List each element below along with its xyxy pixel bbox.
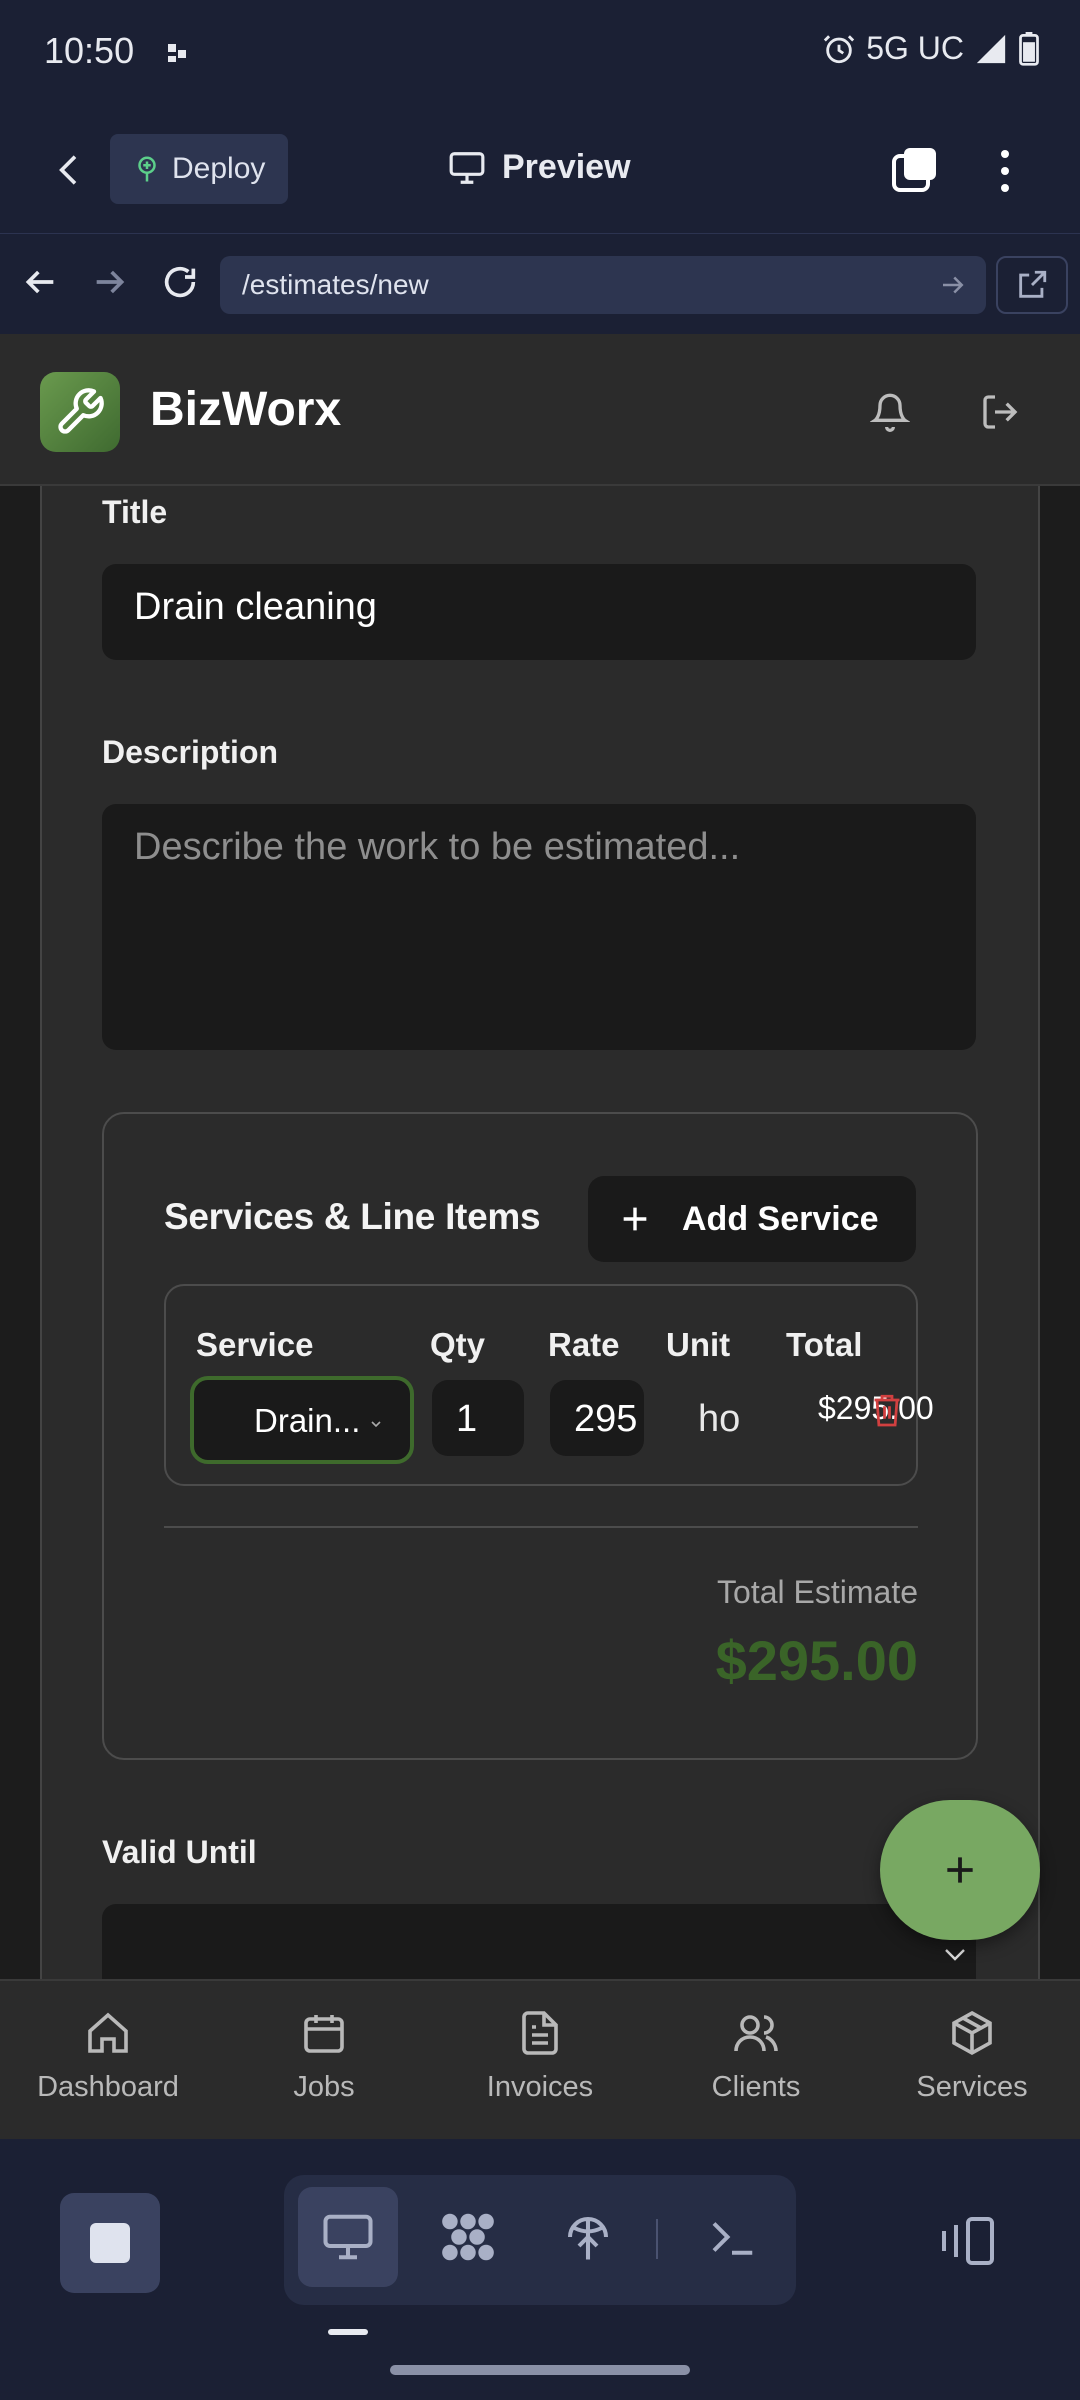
open-external-button[interactable] xyxy=(996,256,1068,314)
add-service-button[interactable]: Add Service xyxy=(588,1176,916,1262)
service-select[interactable]: Drain... xyxy=(190,1376,414,1464)
valid-until-input[interactable] xyxy=(102,1904,976,1979)
unit-input[interactable]: hour xyxy=(698,1398,740,1441)
battery-icon xyxy=(1019,31,1039,66)
status-bar: 10:50 5G UC xyxy=(0,0,1080,104)
title-label: Title xyxy=(102,494,168,530)
preview-tool-button[interactable] xyxy=(298,2187,398,2287)
nav-dashboard[interactable]: Dashboard xyxy=(8,2009,208,2104)
app-brand: BizWorx xyxy=(150,383,342,436)
signal-icon xyxy=(976,34,1006,63)
users-icon xyxy=(734,2015,778,2052)
package-icon xyxy=(952,2010,992,2056)
line-items-table: Service Qty Rate Unit Total Drain... 1 2… xyxy=(164,1284,934,1486)
nav-services[interactable]: Services xyxy=(872,2009,1072,2104)
services-title: Services & Line Items xyxy=(164,1196,541,1237)
home-icon xyxy=(88,2012,128,2053)
total-estimate-label: Total Estimate xyxy=(717,1574,918,1610)
terminal-icon xyxy=(712,2222,753,2255)
file-text-icon xyxy=(522,2011,558,2055)
go-arrow-icon[interactable] xyxy=(938,270,968,300)
total-estimate-value: $295.00 xyxy=(715,1629,918,1692)
plus-icon xyxy=(623,1207,647,1231)
wrench-icon xyxy=(58,388,104,434)
back-arrow-icon[interactable] xyxy=(50,148,90,192)
url-bar[interactable]: /estimates/new xyxy=(220,256,986,314)
status-time: 10:50 xyxy=(44,30,135,71)
stop-icon xyxy=(90,2223,130,2263)
col-rate: Rate xyxy=(548,1326,620,1363)
chevron-down-icon xyxy=(371,1421,381,1428)
col-service: Service xyxy=(196,1326,314,1363)
qty-input[interactable]: 1 xyxy=(432,1380,524,1456)
globe-upload-icon xyxy=(567,2216,609,2260)
reload-icon[interactable] xyxy=(160,262,200,302)
stop-button[interactable] xyxy=(60,2193,160,2293)
replit-header: Deploy Preview xyxy=(0,104,1080,234)
calendar-icon xyxy=(304,2015,344,2053)
description-textarea[interactable]: Describe the work to be estimated... xyxy=(102,804,976,1050)
nav-clients[interactable]: Clients xyxy=(656,2009,856,2104)
tool-group xyxy=(284,2175,796,2305)
valid-until-label: Valid Until xyxy=(102,1834,257,1870)
external-link-icon xyxy=(1019,270,1047,298)
notification-icon xyxy=(168,44,186,62)
rate-input[interactable]: 295 xyxy=(550,1380,644,1456)
panels-icon[interactable] xyxy=(940,2215,1000,2267)
agent-tool-button[interactable] xyxy=(418,2187,518,2287)
deploy-tool-button[interactable] xyxy=(538,2187,638,2287)
col-qty: Qty xyxy=(430,1326,486,1363)
alarm-icon xyxy=(824,34,855,63)
plus-icon xyxy=(947,1857,973,1883)
replit-toolbar xyxy=(0,2139,1080,2400)
nav-invoices[interactable]: Invoices xyxy=(440,2009,640,2104)
col-total: Total xyxy=(786,1326,863,1363)
preview-tab[interactable]: Preview xyxy=(448,148,631,187)
more-menu-icon[interactable] xyxy=(990,146,1020,196)
monitor-icon xyxy=(323,2214,373,2260)
app-logo xyxy=(40,372,120,452)
chevron-down-icon xyxy=(945,1949,965,1961)
browser-forward-icon[interactable] xyxy=(90,262,130,302)
trash-icon[interactable] xyxy=(872,1392,902,1428)
app-header: BizWorx xyxy=(0,334,1080,486)
url-text: /estimates/new xyxy=(242,269,429,300)
browser-bar: /estimates/new xyxy=(0,234,1080,334)
add-fab-button[interactable] xyxy=(880,1800,1040,1940)
col-unit: Unit xyxy=(666,1326,731,1363)
network-type: 5G UC xyxy=(866,30,964,66)
deploy-icon xyxy=(138,156,156,182)
services-section: Services & Line Items Add Service Servic… xyxy=(102,1112,978,1760)
bottom-nav: Dashboard Jobs Invoices Clients Services xyxy=(0,1979,1080,2139)
shell-tool-button[interactable] xyxy=(682,2187,782,2287)
logout-icon[interactable] xyxy=(980,390,1020,434)
description-label: Description xyxy=(102,734,279,770)
agent-icon xyxy=(442,2213,494,2261)
nav-jobs[interactable]: Jobs xyxy=(224,2009,424,2104)
tabs-icon[interactable] xyxy=(890,146,940,196)
title-input[interactable]: Drain cleaning xyxy=(102,564,976,660)
home-indicator[interactable] xyxy=(390,2365,690,2375)
bell-icon[interactable] xyxy=(870,390,910,434)
total-divider xyxy=(164,1526,918,1528)
monitor-icon xyxy=(449,151,485,184)
browser-back-icon[interactable] xyxy=(20,262,60,302)
deploy-button[interactable]: Deploy xyxy=(110,134,288,204)
